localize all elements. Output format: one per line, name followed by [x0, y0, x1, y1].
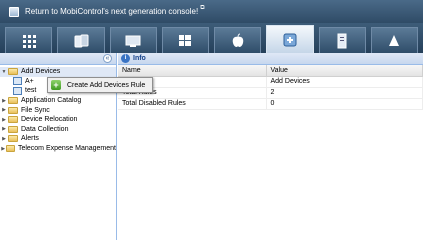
tree-item-label: A+: [25, 77, 34, 85]
folder-icon: [8, 68, 18, 76]
context-menu: + Create Add Devices Rule: [47, 77, 153, 93]
row-value: 0: [266, 98, 423, 110]
tree-item-data-collection[interactable]: ▶ Data Collection: [0, 125, 116, 135]
rule-icon: [13, 77, 22, 86]
add-icon: +: [51, 80, 61, 90]
table-header-row: Name Value: [118, 65, 423, 77]
tool-rules[interactable]: [266, 25, 314, 53]
return-to-new-console-link[interactable]: Return to MobiControl's next generation …: [25, 7, 198, 16]
collapse-panel-icon[interactable]: «: [103, 54, 112, 63]
tree-panel-header: «: [0, 53, 116, 65]
info-panel-header: i Info: [118, 53, 423, 65]
tree-item-label: test: [25, 87, 37, 95]
info-icon: i: [121, 54, 130, 63]
collapsed-arrow-icon[interactable]: ▶: [0, 98, 8, 104]
android-icon: [389, 34, 400, 46]
tool-windows[interactable]: [161, 27, 209, 53]
devices-icon: [74, 34, 89, 47]
info-panel-title: Info: [133, 55, 146, 62]
rule-icon: [13, 86, 22, 95]
tool-desktops[interactable]: [109, 27, 157, 53]
info-panel: i Info Name Value Add Devices Total Rule…: [118, 53, 423, 240]
tree-item-alerts[interactable]: ▶ Alerts: [0, 134, 116, 144]
tool-devices[interactable]: [57, 27, 105, 53]
tree-item-telecom-expense-management[interactable]: ▶ Telecom Expense Management: [0, 144, 116, 154]
folder-icon: [8, 97, 18, 105]
folder-icon: [8, 125, 18, 133]
expanded-arrow-icon[interactable]: ▼: [0, 69, 8, 75]
row-value: 2: [266, 87, 423, 99]
table-row[interactable]: Total Rules 2: [118, 87, 423, 99]
column-header-value[interactable]: Value: [266, 65, 423, 77]
windows-icon: [179, 34, 192, 46]
collapsed-arrow-icon[interactable]: ▶: [0, 107, 8, 113]
tree-item-label: File Sync: [21, 106, 50, 114]
table-row[interactable]: Add Devices: [118, 76, 423, 88]
module-toolbar: [0, 23, 423, 53]
tree-item-label: Device Relocation: [21, 116, 78, 124]
tree-item-file-sync[interactable]: ▶ File Sync: [0, 105, 116, 115]
folder-icon: [8, 106, 18, 114]
external-link-icon: ⧉: [200, 5, 205, 11]
tree-item-add-devices[interactable]: ▼ Add Devices: [0, 67, 116, 77]
tree-item-label: Data Collection: [21, 125, 69, 133]
row-value: Add Devices: [266, 76, 423, 88]
table-row[interactable]: Total Disabled Rules 0: [118, 98, 423, 110]
top-banner[interactable]: Return to MobiControl's next generation …: [0, 0, 423, 23]
create-add-devices-rule-menu-item[interactable]: Create Add Devices Rule: [67, 82, 145, 89]
apple-icon: [232, 33, 243, 47]
folder-icon: [8, 135, 18, 143]
server-icon: [337, 33, 347, 48]
collapsed-arrow-icon[interactable]: ▶: [0, 117, 8, 123]
tree-item-application-catalog[interactable]: ▶ Application Catalog: [0, 96, 116, 106]
console-icon: [9, 6, 19, 17]
tool-server[interactable]: [318, 27, 366, 53]
folder-icon: [6, 145, 15, 153]
tree-item-label: Application Catalog: [21, 97, 82, 105]
row-name: Total Disabled Rules: [118, 98, 267, 110]
collapsed-arrow-icon[interactable]: ▶: [0, 136, 8, 142]
tree-item-label: Alerts: [21, 135, 39, 143]
tree-item-device-relocation[interactable]: ▶ Device Relocation: [0, 115, 116, 125]
tree-item-label: Telecom Expense Management: [17, 145, 116, 153]
tree-item-label: Add Devices: [21, 68, 61, 76]
tool-android[interactable]: [370, 27, 418, 53]
column-header-name[interactable]: Name: [118, 65, 267, 77]
rules-icon: [283, 33, 297, 46]
grid-icon: [22, 34, 36, 48]
info-table: Name Value Add Devices Total Rules 2 Tot…: [118, 65, 423, 110]
tool-apple[interactable]: [214, 27, 262, 53]
desktops-icon: [125, 35, 141, 47]
folder-icon: [8, 116, 18, 124]
tool-grid[interactable]: [5, 27, 53, 53]
collapsed-arrow-icon[interactable]: ▶: [0, 126, 8, 132]
